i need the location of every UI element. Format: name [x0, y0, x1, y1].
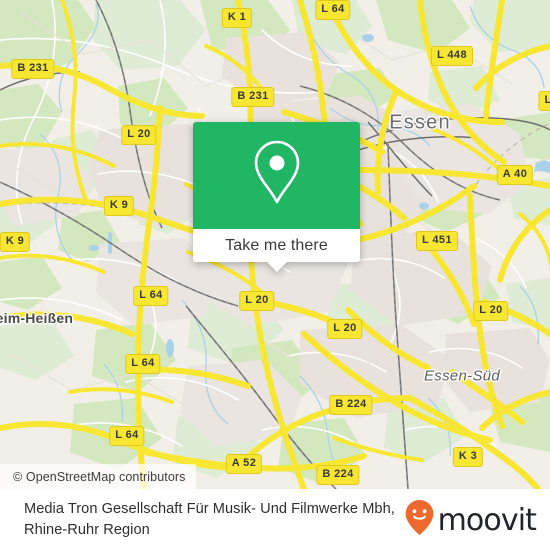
road-shield: L 448	[431, 46, 473, 66]
footer-bar: Media Tron Gesellschaft Für Musik- Und F…	[0, 489, 550, 550]
location-popup-card[interactable]: Take me there	[193, 122, 360, 272]
place-label-essen: Essen	[389, 111, 451, 134]
road-shield: B 224	[316, 465, 360, 485]
place-label-heim-heissen: heim-Heißen	[0, 310, 74, 326]
moovit-smiley-pin-icon	[404, 499, 435, 541]
road-shield: B 224	[329, 395, 373, 415]
moovit-wordmark: moovit	[437, 502, 537, 538]
road-shield: L 451	[416, 231, 458, 251]
road-shield: K 9	[0, 232, 31, 252]
road-shield: A 40	[496, 165, 534, 185]
road-shield: L 20	[239, 291, 275, 311]
popup-cta-area[interactable]: Take me there	[193, 229, 360, 272]
map-canvas[interactable]: .green { fill:#cfe6b8; opacity:.85; } .g…	[0, 0, 550, 489]
road-shield: L 20	[473, 301, 509, 321]
road-shield: L 20	[327, 319, 363, 339]
road-shield: B 231	[231, 87, 275, 107]
map-pin-icon	[249, 138, 305, 213]
map-screenshot-page: .green { fill:#cfe6b8; opacity:.85; } .g…	[0, 0, 550, 550]
road-shield: B 231	[11, 59, 55, 79]
road-shield: L 64	[315, 0, 351, 20]
road-shield: L	[538, 91, 550, 111]
popup-icon-area	[193, 122, 360, 229]
popup-tail-pointer	[265, 261, 288, 272]
location-title: Media Tron Gesellschaft Für Musik- Und F…	[24, 500, 395, 538]
road-shield: L 20	[121, 125, 157, 145]
moovit-logo[interactable]: moovit	[404, 499, 537, 541]
take-me-there-label: Take me there	[225, 236, 328, 254]
road-shield: L 64	[109, 426, 145, 446]
osm-attribution[interactable]: © OpenStreetMap contributors	[0, 464, 196, 489]
road-shield: A 52	[225, 454, 263, 474]
road-shield: K 1	[221, 8, 253, 28]
road-shield: L 64	[125, 354, 161, 374]
place-label-essen-sued: Essen-Süd	[423, 367, 501, 385]
road-shield: K 3	[452, 447, 484, 467]
osm-attribution-text: © OpenStreetMap contributors	[13, 469, 186, 484]
road-shield: L 64	[133, 286, 169, 306]
road-shield: K 9	[103, 196, 135, 216]
